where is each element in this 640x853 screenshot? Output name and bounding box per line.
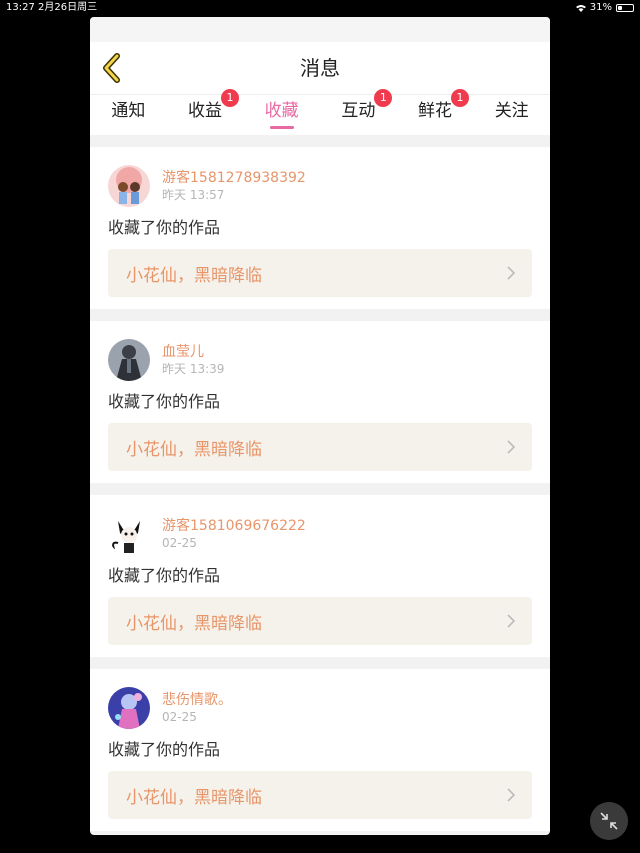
tab-notice[interactable]: 通知 [90, 95, 167, 135]
exit-fullscreen-icon[interactable] [590, 802, 628, 840]
dark-character-avatar-icon[interactable] [108, 339, 150, 381]
cat-avatar-icon[interactable] [108, 513, 150, 555]
tab-favorites[interactable]: 收藏 [243, 95, 320, 135]
status-bar: 13:27 2月26日周三 31% [0, 0, 640, 16]
action-text: 收藏了你的作品 [108, 392, 221, 411]
work-title: 小花仙，黑暗降临 [126, 265, 262, 286]
unread-badge: 1 [374, 89, 393, 107]
work-title: 小花仙，黑暗降临 [126, 439, 262, 460]
card-header: 悲伤情歌。 02-25 [108, 687, 532, 729]
unread-badge: 1 [221, 89, 239, 107]
message-time: 昨天 13:39 [162, 362, 225, 376]
card-header: 血莹儿 昨天 13:39 [108, 339, 532, 381]
user-name[interactable]: 悲伤情歌。 [162, 691, 232, 709]
status-right: 31% [575, 0, 634, 16]
work-link[interactable]: 小花仙，黑暗降临 [108, 423, 532, 471]
message-card: 游客1581069676222 02-25 收藏了你的作品 小花仙，黑暗降临 [90, 495, 550, 657]
tab-label: 收益 [188, 101, 222, 121]
page-title: 消息 [300, 56, 340, 80]
separator [90, 309, 550, 321]
tab-flowers[interactable]: 鲜花 1 [397, 89, 474, 135]
tab-label: 互动 [341, 101, 376, 121]
battery-percent: 31% [589, 2, 612, 13]
tab-label: 收藏 [264, 101, 299, 121]
separator [90, 483, 550, 495]
action-text: 收藏了你的作品 [108, 566, 221, 585]
tab-interaction[interactable]: 互动 1 [320, 89, 397, 135]
tab-label: 通知 [111, 101, 146, 121]
tab-follow[interactable]: 关注 [473, 95, 550, 135]
user-info: 游客1581069676222 02-25 [162, 517, 306, 551]
action-text: 收藏了你的作品 [108, 218, 221, 237]
separator [90, 657, 550, 669]
user-info: 血莹儿 昨天 13:39 [162, 343, 224, 377]
work-title: 小花仙，黑暗降临 [126, 787, 262, 808]
anime-girl-avatar-icon[interactable] [108, 687, 150, 729]
action-text: 收藏了你的作品 [108, 740, 221, 759]
chevron-right-icon [507, 614, 516, 628]
message-card: 悲伤情歌。 02-25 收藏了你的作品 小花仙，黑暗降临 [90, 669, 550, 831]
user-name[interactable]: 血莹儿 [162, 343, 224, 361]
couple-avatar-icon[interactable] [108, 165, 150, 207]
user-name[interactable]: 游客1581069676222 [162, 517, 306, 535]
app-window: 消息 通知 收益 1 收藏 互动 1 鲜花 1 关注 游客15812789383… [90, 17, 550, 835]
tab-earnings[interactable]: 收益 1 [167, 89, 244, 135]
message-time: 昨天 13:57 [162, 188, 225, 202]
card-header: 游客1581069676222 02-25 [108, 513, 532, 555]
message-time: 02-25 [162, 710, 197, 724]
unread-badge: 1 [451, 89, 470, 107]
work-link[interactable]: 小花仙，黑暗降临 [108, 771, 532, 819]
status-time: 13:27 [6, 2, 35, 13]
chevron-right-icon [507, 440, 516, 454]
message-card: 游客1581278938392 昨天 13:57 收藏了你的作品 小花仙，黑暗降… [90, 147, 550, 309]
wifi-icon [575, 5, 586, 12]
work-link[interactable]: 小花仙，黑暗降临 [108, 249, 532, 297]
chevron-right-icon [507, 266, 516, 280]
user-info: 悲伤情歌。 02-25 [162, 691, 232, 725]
tab-label: 鲜花 [418, 101, 453, 121]
message-time: 02-25 [162, 536, 197, 550]
message-card: 血莹儿 昨天 13:39 收藏了你的作品 小花仙，黑暗降临 [90, 321, 550, 483]
user-info: 游客1581278938392 昨天 13:57 [162, 169, 306, 203]
user-name[interactable]: 游客1581278938392 [162, 169, 306, 187]
header: 消息 [90, 42, 550, 95]
battery-icon [616, 4, 634, 12]
work-link[interactable]: 小花仙，黑暗降临 [108, 597, 532, 645]
status-date: 2月26日周三 [38, 2, 98, 13]
top-strip [90, 17, 550, 42]
separator [90, 135, 550, 147]
tab-label: 关注 [494, 101, 529, 121]
work-title: 小花仙，黑暗降临 [126, 613, 262, 634]
chevron-right-icon [507, 788, 516, 802]
card-header: 游客1581278938392 昨天 13:57 [108, 165, 532, 207]
tab-bar: 通知 收益 1 收藏 互动 1 鲜花 1 关注 [90, 89, 550, 135]
